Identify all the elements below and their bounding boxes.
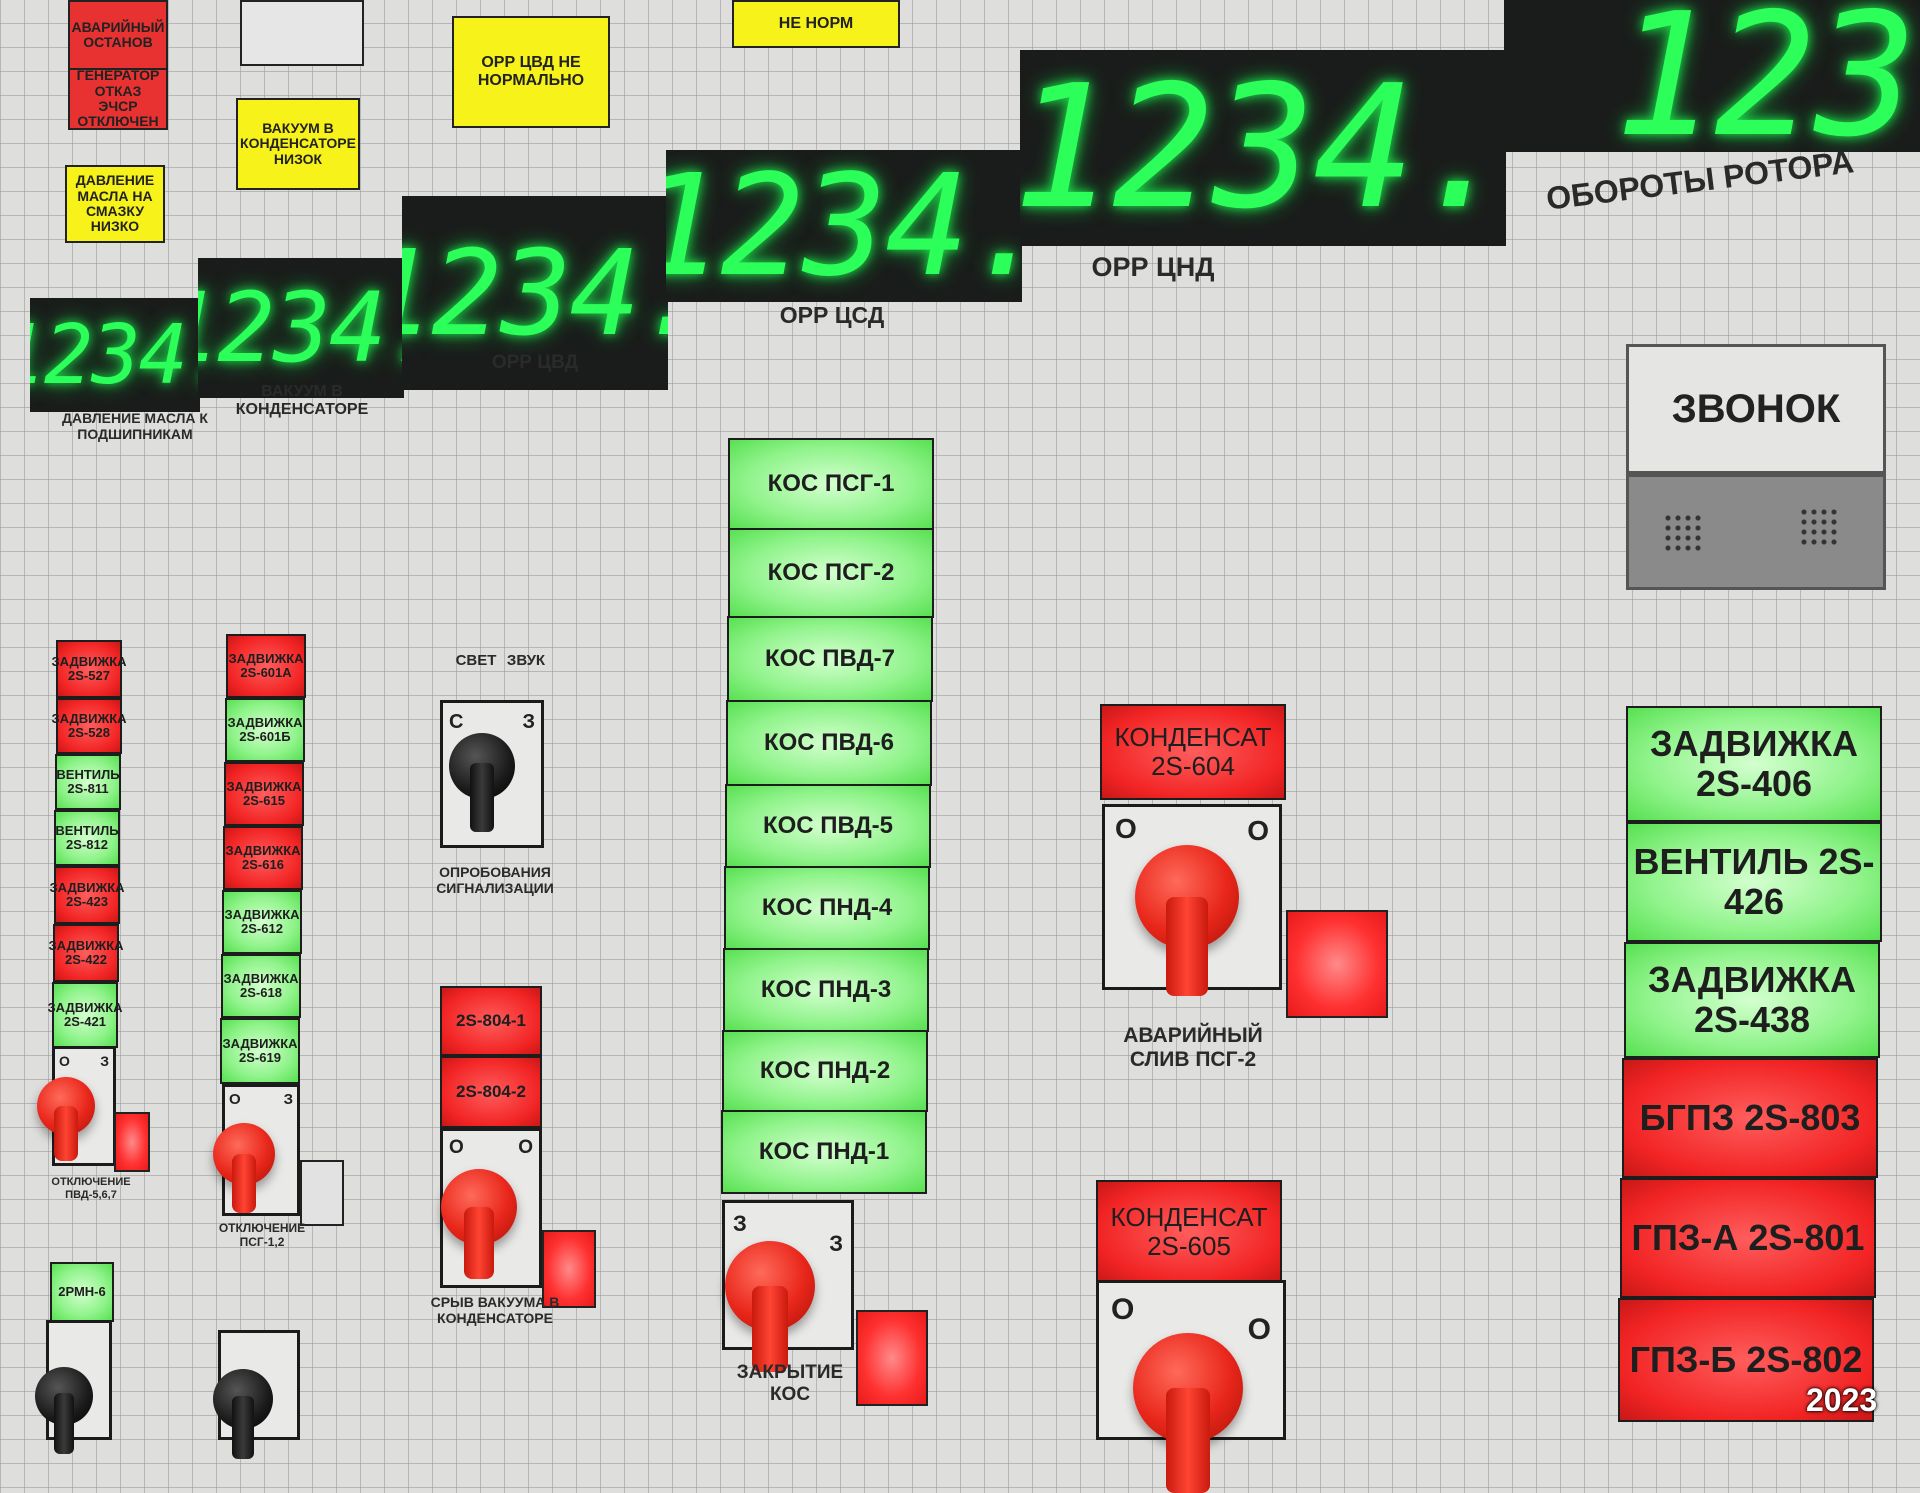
knob-black[interactable]: [35, 1367, 93, 1454]
tile-valve-2s-423: ЗАДВИЖКА 2S-423: [49, 866, 125, 924]
lamp-psg-disable: [300, 1160, 344, 1226]
caption-vacuum-break: СРЫВ ВАКУУМА В КОНДЕНСАТОРЕ: [430, 1294, 560, 1327]
alarm-oil-pressure-low: ДАВЛЕНИЕ МАСЛА НА СМАЗКУ НИЗКО: [65, 165, 165, 243]
display-oil-pressure: 1234.: [30, 298, 200, 412]
caption-psg-disable: ОТКЛЮЧЕНИЕ ПСГ-1,2: [218, 1221, 306, 1249]
speaker-grille-left: [1663, 513, 1703, 553]
tile-condensate-2s-605: КОНДЕНСАТ 2S-605: [1096, 1180, 1282, 1284]
knob-black[interactable]: [213, 1369, 273, 1459]
tile-kos-pvd-6: КОС ПВД-6: [726, 700, 932, 786]
switch-mark-left: С: [449, 711, 464, 733]
caption-orr-csd: ОРР ЦСД: [779, 302, 885, 328]
tile-valve-2s-421: ЗАДВИЖКА 2S-421: [47, 982, 123, 1048]
tile-bgpz-2s-803: БГПЗ 2S-803: [1622, 1058, 1878, 1178]
caption-signal-test: ОПРОБОВАНИЯ СИГНАЛИЗАЦИИ: [436, 864, 554, 897]
alarm-generator-fault: ГЕНЕРАТОР ОТКАЗ ЭЧСР ОТКЛЮЧЕН: [68, 68, 168, 130]
lamp-kos-close: [856, 1310, 928, 1406]
switch-mark-left: О: [1111, 1293, 1135, 1326]
knob-black[interactable]: [449, 733, 515, 832]
speaker-grille-right: [1799, 507, 1839, 547]
tile-kos-pnd-3: КОС ПНД-3: [723, 948, 929, 1032]
caption-orr-cnd: ОРР ЦНД: [1091, 252, 1215, 282]
tile-kos-pnd-4: КОС ПНД-4: [724, 866, 930, 950]
lamp-pvd-disable: [114, 1112, 150, 1172]
tile-vent-2s-812: ВЕНТИЛЬ 2S-812: [54, 810, 120, 866]
year-label: 2023: [1806, 1382, 1878, 1418]
caption-pvd-disable: ОТКЛЮЧЕНИЕ ПВД-5,6,7: [51, 1176, 131, 1201]
tile-valve-2s-438: ЗАДВИЖКА 2S-438: [1624, 942, 1880, 1058]
tile-kos-psg-2: КОС ПСГ-2: [728, 528, 934, 618]
tile-valve-2s-615: ЗАДВИЖКА 2S-615: [224, 762, 304, 826]
tile-vent-2s-811: ВЕНТИЛЬ 2S-811: [55, 754, 121, 810]
switch-mark-left: О: [449, 1137, 464, 1158]
switch-mark-left: О: [229, 1091, 241, 1108]
switch-psg-disable[interactable]: О З: [213, 1084, 300, 1216]
display-orr-csd: 1234.: [666, 150, 1022, 302]
switch-mark-right: О: [518, 1137, 533, 1158]
switch-mark-left: О: [1115, 813, 1137, 844]
caption-kos-close: ЗАКРЫТИЕ КОС: [736, 1362, 844, 1405]
bell-speaker: [1626, 474, 1886, 590]
alarm-orr-cvd: ОРР ЦВД НЕ НОРМАЛЬНО: [452, 16, 610, 128]
switch-mark-right: З: [100, 1053, 109, 1069]
alarm-tile-partial: НЕ НОРМ: [732, 0, 900, 48]
switch-pvd-disable[interactable]: О З: [37, 1046, 116, 1166]
tile-kos-pnd-2: КОС ПНД-2: [722, 1030, 928, 1112]
tile-gpz-a-2s-801: ГПЗ-А 2S-801: [1620, 1178, 1876, 1298]
tile-valve-2s-619: ЗАДВИЖКА 2S-619: [220, 1018, 300, 1084]
tile-kos-pvd-5: КОС ПВД-5: [725, 784, 931, 868]
alarm-tile-blank: [240, 0, 364, 66]
switch-signal-test[interactable]: С З: [440, 700, 544, 848]
tile-valve-2s-601b: ЗАДВИЖКА 2S-601Б: [225, 698, 305, 762]
tile-2rmn-6: 2РМН-6: [50, 1262, 114, 1322]
tile-valve-2s-616: ЗАДВИЖКА 2S-616: [223, 826, 303, 890]
tile-2s-804-1: 2S-804-1: [440, 986, 542, 1056]
switch-mark-right: З: [283, 1091, 293, 1108]
switch-condensate-605[interactable]: О О: [1096, 1280, 1286, 1493]
switch-emergency-drain[interactable]: О О: [1102, 804, 1282, 996]
tile-valve-2s-601a: ЗАДВИЖКА 2S-601А: [226, 634, 306, 698]
tile-valve-2s-527: ЗАДВИЖКА 2S-527: [51, 640, 127, 698]
knob-red[interactable]: [213, 1123, 275, 1213]
tile-kos-pnd-1: КОС ПНД-1: [721, 1110, 927, 1194]
bell-label-tile: ЗВОНОК: [1626, 344, 1886, 474]
label-sound: ЗВУК: [506, 652, 546, 669]
caption-vacuum: ВАКУУМ В КОНДЕНСАТОРЕ: [235, 383, 369, 419]
switch-mark-right: З: [829, 1231, 843, 1256]
tile-valve-2s-612: ЗАДВИЖКА 2S-612: [222, 890, 302, 954]
switch-bottom-left[interactable]: [35, 1320, 112, 1454]
switch-mark-right: З: [522, 711, 535, 733]
display-rotor-speed: 123: [1504, 0, 1920, 152]
caption-orr-cvd: ОРР ЦВД: [491, 352, 579, 373]
tile-kos-psg-1: КОС ПСГ-1: [728, 438, 934, 530]
switch-vacuum-break[interactable]: О О: [440, 1128, 542, 1288]
switch-mark-right: О: [1247, 1313, 1271, 1346]
switch-mark-left: О: [59, 1053, 70, 1069]
knob-red[interactable]: [1135, 845, 1239, 996]
lamp-emergency-drain: [1286, 910, 1388, 1018]
switch-mark-left: З: [733, 1211, 747, 1236]
knob-red[interactable]: [37, 1077, 95, 1162]
tile-valve-2s-406: ЗАДВИЖКА 2S-406: [1626, 706, 1882, 822]
tile-kos-pvd-7: КОС ПВД-7: [727, 616, 933, 702]
switch-kos-close[interactable]: З З: [722, 1200, 854, 1372]
tile-condensate-2s-604: КОНДЕНСАТ 2S-604: [1100, 704, 1286, 800]
tile-2s-804-2: 2S-804-2: [440, 1056, 542, 1128]
knob-red[interactable]: [1133, 1333, 1243, 1493]
alarm-emergency-stop: АВАРИЙНЫЙ ОСТАНОВ: [68, 0, 168, 70]
display-orr-cnd: 1234.: [1020, 50, 1506, 246]
display-vacuum: 1234.: [198, 258, 404, 398]
tile-vent-2s-426: ВЕНТИЛЬ 2S-426: [1626, 822, 1882, 942]
alarm-vacuum-low: ВАКУУМ В КОНДЕНСАТОРЕ НИЗОК: [236, 98, 360, 190]
knob-red[interactable]: [441, 1169, 517, 1280]
switch-mark-right: О: [1247, 815, 1269, 846]
tile-valve-2s-422: ЗАДВИЖКА 2S-422: [48, 924, 124, 982]
tile-valve-2s-618: ЗАДВИЖКА 2S-618: [221, 954, 301, 1018]
caption-emergency-drain: АВАРИЙНЫЙ СЛИВ ПСГ-2: [1123, 1024, 1263, 1072]
caption-oil-pressure: ДАВЛЕНИЕ МАСЛА К ПОДШИПНИКАМ: [62, 410, 208, 443]
switch-bottom-col2[interactable]: [213, 1330, 300, 1459]
knob-red[interactable]: [725, 1241, 815, 1372]
tile-valve-2s-528: ЗАДВИЖКА 2S-528: [51, 698, 127, 754]
